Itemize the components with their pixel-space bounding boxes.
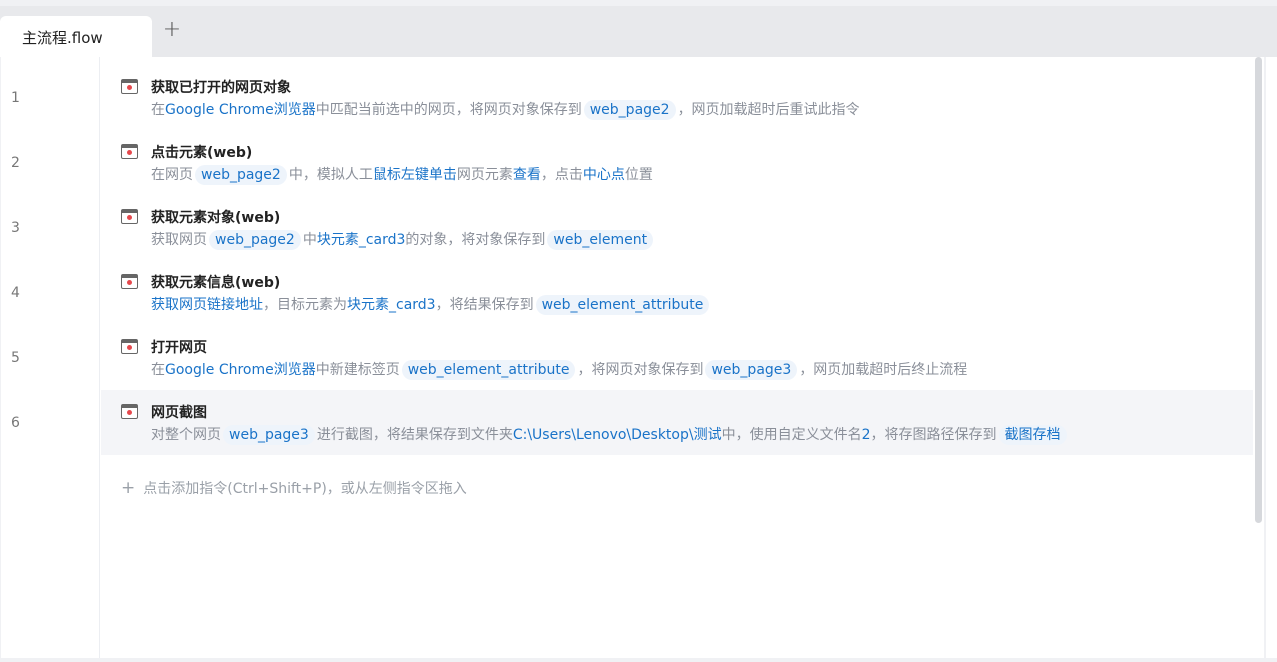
variable-chip[interactable]: web_page2 (583, 100, 676, 120)
variable-chip[interactable]: 截图存档 (998, 425, 1067, 445)
icon-mark (127, 280, 132, 285)
parameter-value[interactable]: C:\Users\Lenovo\Desktop\测试 (513, 427, 722, 443)
parameter-value[interactable]: 鼠标左键单击 (373, 167, 457, 183)
command-title: 获取元素对象(web) (151, 210, 281, 226)
command-row[interactable]: 获取元素对象(web) 获取网页 web_page2 中块元素_card3的对象，将对… (101, 195, 1253, 260)
parameter-value[interactable]: Google Chrome浏览器 (165, 362, 316, 378)
parameter-value[interactable]: 块元素_card3 (347, 297, 436, 313)
icon-mark (127, 150, 132, 155)
description-text: 在 (151, 362, 165, 378)
parameter-value[interactable]: 块元素_card3 (317, 232, 406, 248)
description-text: 中，使用自定义文件名 (721, 427, 862, 443)
parameter-value[interactable]: 2 (862, 427, 871, 443)
description-text: 中新建标签页 (315, 362, 400, 378)
command-title: 获取已打开的网页对象 (151, 80, 291, 96)
line-number: 2 (11, 155, 20, 171)
variable-chip[interactable]: web_page3 (223, 425, 315, 445)
description-text: ，网页加载超时后重试此指令 (677, 102, 860, 118)
command-list: 获取已打开的网页对象 在Google Chrome浏览器中匹配当前选中的网页，将网… (101, 65, 1253, 455)
command-row[interactable]: 获取元素信息(web) 获取网页链接地址，目标元素为块元素_card3，将结果保存… (101, 260, 1253, 325)
scrollbar-thumb[interactable] (1255, 57, 1262, 523)
command-description: 在网页 web_page2 中，模拟人工鼠标左键单击网页元素查看，点击中心点位置 (151, 164, 653, 186)
line-number-gutter: 1 2 3 4 5 6 (1, 57, 100, 658)
command-row[interactable]: 获取已打开的网页对象 在Google Chrome浏览器中匹配当前选中的网页，将网… (101, 65, 1253, 130)
command-title: 获取元素信息(web) (151, 275, 281, 291)
command-title: 点击元素(web) (151, 145, 253, 161)
element-info-icon (121, 274, 138, 289)
description-text: ，网页加载超时后终止流程 (799, 362, 968, 378)
icon-mark (127, 215, 132, 220)
command-description: 在Google Chrome浏览器中新建标签页 web_element_attri… (151, 359, 967, 381)
description-text: ，点击 (540, 167, 583, 183)
tab-bar: 主流程.flow + (0, 6, 1277, 57)
add-command-hint-text: 点击添加指令(Ctrl+Shift+P)，或从左侧指令区拖入 (143, 481, 467, 497)
line-number: 6 (11, 415, 20, 431)
description-text: ，将存图路径保存到 (870, 427, 997, 443)
icon-mark (127, 345, 132, 350)
variable-chip[interactable]: web_page2 (209, 230, 301, 250)
command-title: 打开网页 (151, 340, 207, 356)
command-row[interactable]: 打开网页在Google Chrome浏览器中新建标签页 web_element_a… (101, 325, 1253, 390)
line-number: 3 (11, 220, 20, 236)
command-description: 获取网页链接地址，目标元素为块元素_card3，将结果保存到 web_elemen… (151, 294, 711, 316)
command-description: 获取网页 web_page2 中块元素_card3的对象，将对象保存到 web_ele… (151, 229, 655, 251)
variable-chip[interactable]: web_element_attribute (401, 360, 576, 380)
variable-chip[interactable]: web_element (547, 230, 654, 250)
variable-chip[interactable]: web_page2 (195, 165, 287, 185)
variable-chip[interactable]: web_page3 (705, 360, 798, 380)
description-text: 的对象，将对象保存到 (405, 232, 546, 248)
command-row[interactable]: 网页截图对整个网页 web_page3 进行截图，将结果保存到文件夹C:\Users… (101, 390, 1253, 455)
element-object-icon (121, 209, 138, 224)
plus-icon: + (121, 478, 136, 498)
parameter-value[interactable]: Google Chrome浏览器 (165, 102, 316, 118)
command-row[interactable]: 点击元素(web) 在网页 web_page2 中，模拟人工鼠标左键单击网页元素查看，… (101, 130, 1253, 195)
command-description: 在Google Chrome浏览器中匹配当前选中的网页，将网页对象保存到 web_… (151, 99, 860, 121)
description-text: 在网页 (151, 167, 193, 183)
description-text: 网页元素 (456, 167, 513, 183)
tab-main-flow[interactable]: 主流程.flow (0, 16, 152, 57)
icon-mark (127, 410, 132, 415)
icon-mark (127, 85, 132, 90)
line-number: 4 (11, 285, 20, 301)
description-text: 位置 (624, 167, 653, 183)
add-tab-button[interactable]: + (160, 19, 184, 43)
command-description: 对整个网页 web_page3 进行截图，将结果保存到文件夹C:\Users\Len… (151, 424, 1069, 446)
open-page-icon (121, 339, 138, 354)
parameter-value[interactable]: 获取网页链接地址 (151, 297, 263, 313)
parameter-value[interactable]: 中心点 (583, 167, 625, 183)
description-text: ，将网页对象保存到 (577, 362, 704, 378)
vertical-scrollbar[interactable] (1253, 57, 1263, 658)
description-text: 中 (302, 232, 317, 248)
description-text: 进行截图，将结果保存到文件夹 (316, 427, 513, 443)
description-text: 中，模拟人工 (288, 167, 373, 183)
description-text: 在 (151, 102, 165, 118)
variable-chip[interactable]: web_element_attribute (535, 295, 710, 315)
right-edge-pane (1266, 57, 1277, 658)
line-number: 1 (11, 90, 20, 106)
browser-pick-icon (121, 79, 138, 94)
description-text: 获取网页 (151, 232, 207, 248)
command-title: 网页截图 (151, 405, 207, 421)
description-text: ，目标元素为 (263, 297, 347, 313)
line-number: 5 (11, 350, 20, 366)
description-text: ，将结果保存到 (435, 297, 534, 313)
click-element-icon (121, 144, 138, 159)
description-text: 中匹配当前选中的网页，将网页对象保存到 (315, 102, 582, 118)
add-command-hint[interactable]: + 点击添加指令(Ctrl+Shift+P)，或从左侧指令区拖入 (121, 478, 467, 498)
parameter-value[interactable]: 查看 (513, 167, 541, 183)
flow-editor: 1 2 3 4 5 6 获取已打开的网页对象 在Google Chrome浏览器中… (1, 57, 1264, 658)
description-text: 对整个网页 (151, 427, 221, 443)
screenshot-icon (121, 404, 138, 419)
